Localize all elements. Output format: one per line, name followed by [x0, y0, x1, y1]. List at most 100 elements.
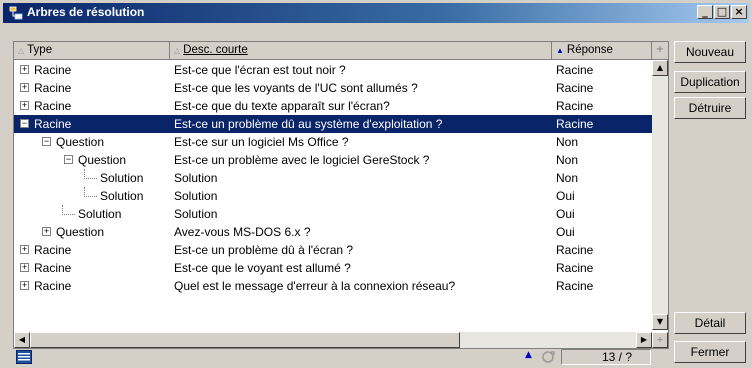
cell-desc: Quel est le message d'erreur à la connex…	[174, 279, 456, 293]
cell-reponse: Racine	[556, 243, 594, 257]
table-row[interactable]: + Racine Est-ce un problème dû à l'écran ?…	[14, 241, 652, 259]
title-bar[interactable]: Arbres de résolution _ □ ×	[3, 3, 749, 23]
cell-reponse: Racine	[556, 115, 650, 133]
table-row[interactable]: + Question Avez-vous MS-DOS 6.x ? Oui	[14, 223, 652, 241]
window-title: Arbres de résolution	[27, 5, 145, 19]
cell-reponse: Racine	[556, 261, 594, 275]
table-row[interactable]: + Racine Est-ce que l'écran est tout noir …	[14, 61, 652, 79]
close-button[interactable]: ×	[731, 5, 747, 19]
cell-desc: Solution	[174, 189, 218, 203]
table-row[interactable]: − Question Est-ce sur un logiciel Ms Offic…	[14, 133, 652, 151]
expand-icon[interactable]: +	[20, 83, 29, 92]
table-row[interactable]: + Racine Est-ce que le voyant est allumé ?…	[14, 259, 652, 277]
horizontal-scrollbar[interactable]: ◀ ▶	[14, 332, 652, 348]
expand-icon[interactable]: +	[20, 65, 29, 74]
column-label: Type	[27, 44, 53, 56]
table-view-icon[interactable]	[16, 350, 32, 364]
table-row[interactable]: + Racine Est-ce que les voyants de l'UC so…	[14, 79, 652, 97]
cell-type: Racine	[34, 115, 164, 133]
cell-type: Racine	[34, 261, 72, 275]
cell-type: Racine	[34, 81, 72, 95]
new-button[interactable]: Nouveau	[674, 41, 746, 63]
minimize-button[interactable]: _	[697, 5, 713, 19]
table-row[interactable]: Solution Solution Oui	[14, 187, 652, 205]
refresh-icon[interactable]	[539, 349, 557, 365]
table-row[interactable]: + Racine Est-ce que du texte apparaît sur …	[14, 97, 652, 115]
column-label: Desc. courte	[183, 44, 248, 56]
column-label: Réponse	[566, 44, 613, 56]
detail-button[interactable]: Détail	[674, 312, 746, 334]
cell-desc: Est-ce que du texte apparaît sur l'écran…	[174, 99, 390, 113]
table-row[interactable]: − Question Est-ce un problème avec le logi…	[14, 151, 652, 169]
table-row[interactable]: + Racine Quel est le message d'erreur à la…	[14, 277, 652, 295]
cell-type: Question	[78, 153, 127, 167]
status-bar: ▲ 13 / ?	[13, 349, 669, 365]
sort-indicator-icon: △	[174, 46, 181, 55]
cell-reponse: Oui	[556, 189, 575, 203]
scroll-down-icon[interactable]: ▼	[652, 314, 668, 330]
close-window-button[interactable]: Fermer	[674, 341, 746, 363]
status-sort-icon: ▲	[525, 350, 532, 360]
table-row[interactable]: Solution Solution Non	[14, 169, 652, 187]
scroll-up-icon[interactable]: ▲	[652, 60, 668, 76]
sort-indicator-icon: ▲	[556, 46, 564, 55]
cell-desc: Est-ce que les voyants de l'UC sont allu…	[174, 81, 418, 95]
cell-desc: Est-ce un problème avec le logiciel Gere…	[174, 153, 430, 167]
cell-type: Racine	[34, 279, 72, 293]
scroll-left-icon[interactable]: ◀	[14, 332, 30, 348]
expand-icon[interactable]: +	[20, 263, 29, 272]
cell-reponse: Racine	[556, 81, 594, 95]
cell-type: Racine	[34, 99, 72, 113]
cell-desc: Est-ce sur un logiciel Ms Office ?	[174, 135, 349, 149]
cell-type: Solution	[78, 207, 122, 221]
scroll-right-icon[interactable]: ▶	[636, 332, 652, 348]
cell-reponse: Non	[556, 153, 579, 167]
column-header-type[interactable]: △ Type	[14, 42, 170, 60]
record-count: 13 / ?	[561, 349, 651, 365]
cell-desc: Est-ce un problème dû à l'écran ?	[174, 243, 354, 257]
cell-reponse: Oui	[556, 225, 575, 239]
cell-type: Solution	[100, 171, 144, 185]
expand-icon[interactable]: +	[20, 281, 29, 290]
cell-type: Racine	[34, 243, 72, 257]
expand-icon[interactable]: +	[20, 245, 29, 254]
cell-desc: Est-ce que le voyant est allumé ?	[174, 261, 351, 275]
cell-reponse: Racine	[556, 99, 594, 113]
vertical-scrollbar[interactable]: ▲ ▼	[652, 60, 668, 330]
collapse-icon[interactable]: −	[64, 155, 73, 164]
delete-button[interactable]: Détruire	[674, 97, 746, 119]
tree-branch-line	[84, 187, 97, 197]
cell-desc: Est-ce un problème dû au système d'explo…	[174, 115, 548, 133]
column-header-reponse[interactable]: ▲ Réponse	[552, 42, 652, 60]
cell-reponse: Racine	[556, 63, 594, 77]
corner-add-icon[interactable]: +	[652, 332, 668, 348]
table-row[interactable]: Solution Solution Oui	[14, 205, 652, 223]
cell-desc: Avez-vous MS-DOS 6.x ?	[174, 225, 311, 239]
cell-reponse: Oui	[556, 207, 575, 221]
cell-type: Racine	[34, 63, 72, 77]
sort-indicator-icon: △	[18, 46, 25, 55]
collapse-icon[interactable]: −	[20, 119, 29, 128]
collapse-icon[interactable]: −	[42, 137, 51, 146]
tree-branch-line	[62, 205, 75, 215]
expand-icon[interactable]: +	[20, 101, 29, 110]
column-header-desc[interactable]: △ Desc. courte	[170, 42, 552, 60]
cell-reponse: Racine	[556, 279, 594, 293]
cell-type: Solution	[100, 189, 144, 203]
cell-reponse: Non	[556, 135, 579, 149]
column-chooser-button[interactable]: +	[652, 42, 668, 60]
expand-icon[interactable]: +	[42, 227, 51, 236]
cell-desc: Solution	[174, 207, 218, 221]
resolution-tree-list[interactable]: △ Type △ Desc. courte ▲ Réponse + + Racine Es…	[13, 41, 669, 349]
cell-desc: Solution	[174, 171, 218, 185]
cell-type: Question	[56, 135, 105, 149]
list-header: △ Type △ Desc. courte ▲ Réponse +	[14, 42, 668, 60]
table-row[interactable]: − Racine Est-ce un problème dû au système …	[14, 115, 652, 133]
resolution-trees-window: Arbres de résolution _ □ × △ Type △ Desc. …	[0, 0, 752, 367]
horizontal-scroll-thumb[interactable]	[30, 332, 460, 348]
duplicate-button[interactable]: Duplication	[674, 71, 746, 93]
maximize-button[interactable]: □	[714, 5, 730, 19]
cell-type: Question	[56, 225, 105, 239]
cell-reponse: Non	[556, 171, 579, 185]
cell-desc: Est-ce que l'écran est tout noir ?	[174, 63, 346, 77]
